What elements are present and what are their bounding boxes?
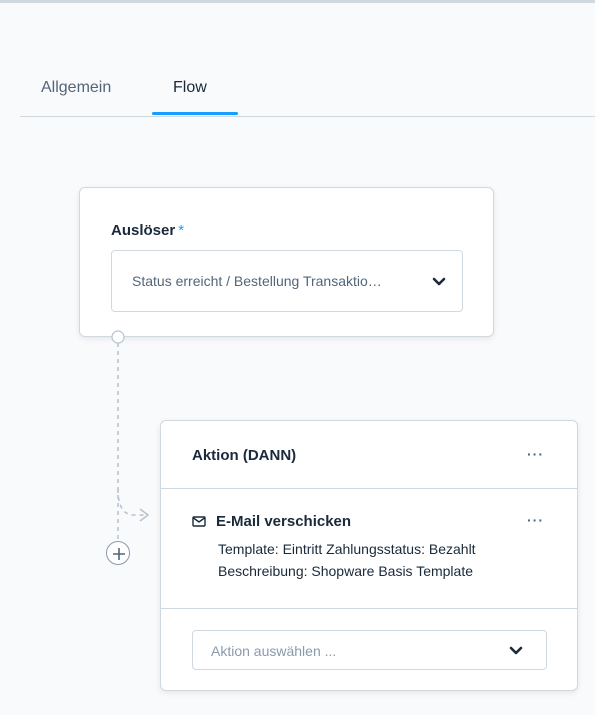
action-item-description: Beschreibung: Shopware Basis Template xyxy=(218,563,474,579)
trigger-card: Auslöser * Status erreicht / Bestellung T… xyxy=(79,187,494,337)
trigger-label: Auslöser * xyxy=(111,222,184,239)
action-title: Aktion (DANN) xyxy=(192,447,297,464)
plus-icon xyxy=(113,548,125,560)
action-item: E-Mail verschicken ··· Template: Eintrit… xyxy=(161,489,577,609)
action-header: Aktion (DANN) ··· xyxy=(161,421,577,489)
chevron-down-icon xyxy=(509,646,523,655)
active-tab-indicator xyxy=(152,112,238,115)
trigger-select-value: Status erreicht / Bestellung Transaktio… xyxy=(132,273,382,289)
mail-icon xyxy=(192,516,206,527)
trigger-select[interactable]: Status erreicht / Bestellung Transaktio… xyxy=(111,250,463,312)
tab-flow[interactable]: Flow xyxy=(173,79,207,97)
trigger-label-text: Auslöser xyxy=(111,222,176,239)
action-item-menu-button[interactable]: ··· xyxy=(527,513,544,527)
action-select[interactable]: Aktion auswählen ... xyxy=(192,630,547,670)
tab-bar: Allgemein Flow xyxy=(20,0,595,117)
tab-allgemein[interactable]: Allgemein xyxy=(41,79,111,97)
action-item-template: Template: Eintritt Zahlungsstatus: Bezah… xyxy=(218,541,476,557)
action-card: Aktion (DANN) ··· E-Mail verschicken ···… xyxy=(160,420,578,691)
action-item-title: E-Mail verschicken xyxy=(216,513,352,530)
action-select-placeholder: Aktion auswählen ... xyxy=(211,643,337,659)
add-step-button[interactable] xyxy=(106,541,130,565)
action-card-menu-button[interactable]: ··· xyxy=(527,447,544,461)
required-marker: * xyxy=(178,222,185,239)
chevron-down-icon xyxy=(432,277,446,286)
